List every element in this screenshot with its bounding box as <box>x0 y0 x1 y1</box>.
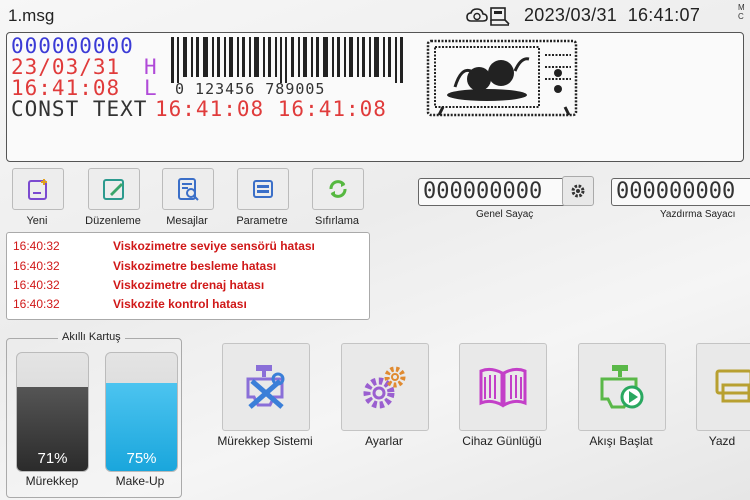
ink-level-percent: 71% <box>37 450 68 467</box>
file-name-title: 1.msg <box>8 6 55 25</box>
print-counter-label: Yazdırma Sayacı <box>660 209 736 220</box>
preview-date-suffix: H <box>144 55 158 79</box>
date-time: 2023/03/31 16:41:07 <box>524 5 701 25</box>
reset-refresh-icon <box>329 180 347 198</box>
ink-system-icon <box>246 365 285 409</box>
error-row: 16:40:32 Viskozimetre seviye sensörü hat… <box>13 237 363 256</box>
error-row: 16:40:32 Viskozimetre besleme hatası <box>13 257 363 276</box>
preview-counter-line: 000000000 <box>11 34 134 58</box>
gear-icon <box>571 184 585 198</box>
printer-status-icon <box>490 7 510 26</box>
preview-const-text: CONST TEXT <box>11 97 148 121</box>
error-row: 16:40:32 Viskozimetre drenaj hatası <box>13 276 363 295</box>
parameters-sliders-icon <box>253 180 273 198</box>
preview-time-suffix: L <box>144 76 158 100</box>
device-log-book-icon <box>479 367 527 408</box>
start-flow-icon <box>600 365 644 409</box>
print-icon <box>715 369 750 403</box>
print-label: Yazd <box>708 434 736 448</box>
makeup-label: Make-Up <box>115 474 165 488</box>
error-time: 16:40:32 <box>13 259 60 273</box>
smart-cartridge-title: Akıllı Kartuş <box>58 331 125 343</box>
ink-system-label: Mürekkep Sistemi <box>217 434 313 448</box>
makeup-level-percent: 75% <box>126 450 157 467</box>
preview-date-line: 23/03/31 <box>11 55 121 79</box>
settings-label: Ayarlar <box>365 434 403 448</box>
error-message: Viskozite kontrol hatası <box>113 297 247 311</box>
barcode-number: 0 123456 789005 <box>175 80 326 98</box>
new-message-button[interactable] <box>12 168 64 210</box>
cloud-sync-icon <box>466 8 488 22</box>
microwave-oven-graphic <box>426 39 578 117</box>
error-message: Viskozimetre besleme hatası <box>113 259 277 273</box>
corner-indicator: M C <box>738 3 745 21</box>
print-button[interactable] <box>696 343 750 431</box>
edit-button[interactable] <box>88 168 140 210</box>
error-message: Viskozimetre seviye sensörü hatası <box>113 239 315 253</box>
print-counter-value: 000000000 <box>611 178 750 206</box>
corner-indicator-bottom: C <box>738 12 744 21</box>
general-counter-label: Genel Sayaç <box>476 209 534 220</box>
ink-label: Mürekkep <box>25 474 79 488</box>
barcode-graphic <box>171 37 403 83</box>
reset-button[interactable] <box>312 168 364 210</box>
makeup-level-tank[interactable]: 75% <box>105 352 178 472</box>
reset-label: Sıfırlama <box>314 215 359 227</box>
preview-time-repeat: 16:41:08 16:41:08 <box>155 97 387 121</box>
new-file-icon <box>28 179 47 200</box>
ink-system-button[interactable] <box>222 343 310 431</box>
error-time: 16:40:32 <box>13 278 60 292</box>
messages-search-icon <box>178 178 199 201</box>
device-log-button[interactable] <box>459 343 547 431</box>
error-message: Viskozimetre drenaj hatası <box>113 278 265 292</box>
edit-pencil-icon <box>103 179 124 200</box>
corner-indicator-top: M <box>738 3 745 12</box>
parameters-button[interactable] <box>237 168 289 210</box>
start-flow-button[interactable] <box>578 343 666 431</box>
messages-button[interactable] <box>162 168 214 210</box>
message-preview[interactable]: 000000000 23/03/31 H 16:41:08 L CONST TE… <box>6 32 744 162</box>
counter-settings-button[interactable] <box>562 176 594 206</box>
error-log-panel[interactable]: 16:40:32 Viskozimetre seviye sensörü hat… <box>6 232 370 320</box>
error-row: 16:40:32 Viskozite kontrol hatası <box>13 295 363 314</box>
error-time: 16:40:32 <box>13 297 60 311</box>
general-counter-value: 000000000 <box>418 178 566 206</box>
preview-time-line: 16:41:08 <box>11 76 121 100</box>
ink-level-tank[interactable]: 71% <box>16 352 89 472</box>
device-log-label: Cihaz Günlüğü <box>462 434 542 448</box>
settings-button[interactable] <box>341 343 429 431</box>
error-time: 16:40:32 <box>13 239 60 253</box>
settings-gears-icon <box>363 366 406 409</box>
